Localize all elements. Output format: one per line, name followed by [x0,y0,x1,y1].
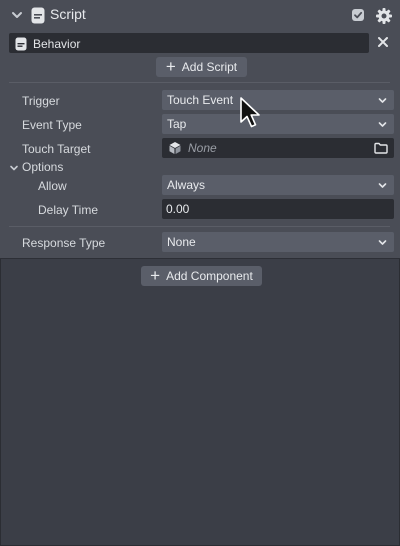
trigger-value: Touch Event [167,93,234,107]
folder-icon[interactable] [374,142,388,154]
response-type-value: None [167,235,196,249]
event-type-value: Tap [167,117,187,131]
component-title: Script [50,6,86,22]
allow-value: Always [167,178,206,192]
response-type-label: Response Type [22,236,106,250]
trigger-label: Trigger [22,94,60,108]
touch-target-label: Touch Target [22,142,91,156]
touch-target-field[interactable]: None [162,138,394,158]
cube-icon [169,142,181,154]
trigger-dropdown[interactable]: Touch Event [162,90,394,110]
chevron-down-icon [378,98,387,103]
mouse-cursor-icon [240,97,260,128]
collapse-chevron-icon[interactable] [11,9,23,21]
divider [9,82,390,83]
event-type-dropdown[interactable]: Tap [162,114,394,134]
checkmark-icon [354,11,363,19]
options-chevron-icon[interactable] [9,163,19,173]
event-type-label: Event Type [22,118,82,132]
script-file-icon [15,37,27,51]
chevron-down-icon [378,240,387,245]
script-file-icon [31,7,45,24]
delay-time-label: Delay Time [38,203,99,217]
touch-target-value: None [188,141,217,155]
chevron-down-icon [378,183,387,188]
options-label[interactable]: Options [22,160,63,174]
add-script-label: Add Script [181,60,238,74]
add-script-button[interactable]: + Add Script [156,57,247,77]
add-component-button[interactable]: + Add Component [141,266,262,286]
divider [9,226,390,227]
plus-icon: + [150,266,161,285]
gear-icon[interactable] [375,7,393,25]
add-component-label: Add Component [166,269,253,283]
plus-icon: + [165,57,176,76]
script-name: Behavior [33,37,81,51]
close-icon[interactable] [377,36,389,48]
response-type-dropdown[interactable]: None [162,232,394,252]
allow-label: Allow [38,179,67,193]
delay-time-input[interactable]: 0.00 [162,199,394,219]
allow-dropdown[interactable]: Always [162,175,394,195]
chevron-down-icon [378,122,387,127]
script-component-panel: Script Behavior + Add Script Trigger Tou… [0,0,400,259]
enabled-checkbox[interactable] [352,9,364,21]
